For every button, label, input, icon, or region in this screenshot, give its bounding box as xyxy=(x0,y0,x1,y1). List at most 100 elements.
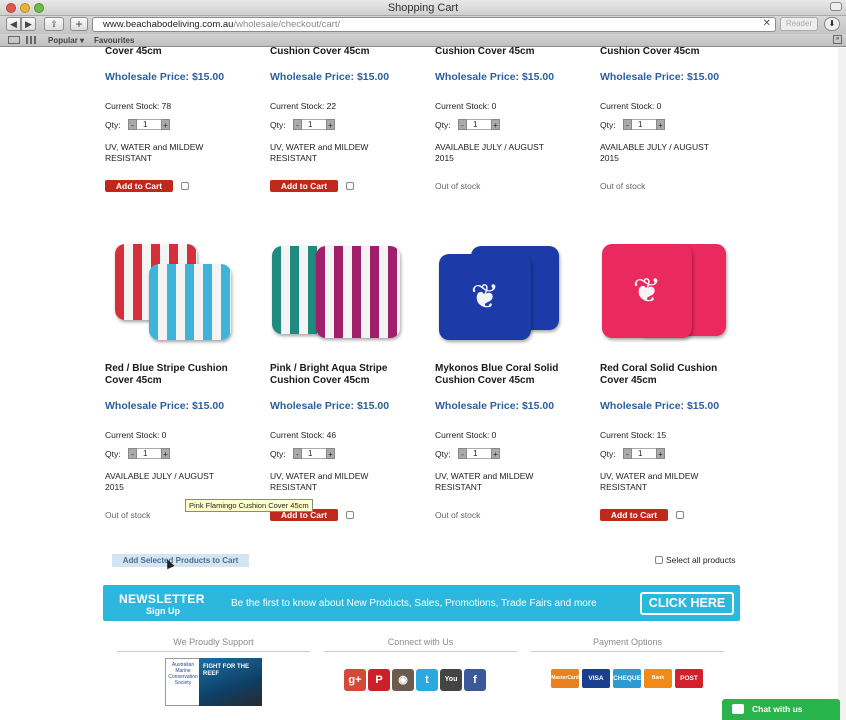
add-to-cart-button[interactable]: Add to Cart xyxy=(270,180,338,192)
product-stock: Current Stock: 78 xyxy=(105,101,172,111)
browser-toolbar: ◀ ▶ ⇪ + www.beachabodeliving.com.au/whol… xyxy=(0,16,846,34)
qty-minus-button[interactable]: - xyxy=(623,119,632,130)
forward-button[interactable]: ▶ xyxy=(21,17,36,31)
bookmark-favourites[interactable]: Favourites xyxy=(94,36,134,45)
qty-minus-button[interactable]: - xyxy=(128,119,137,130)
newsletter-text: Be the first to know about New Products,… xyxy=(231,598,597,609)
qty-plus-button[interactable]: + xyxy=(656,119,665,130)
quantity-stepper: - 1 + xyxy=(458,119,500,130)
qty-input[interactable]: 1 xyxy=(467,448,491,459)
share-button[interactable]: ⇪ xyxy=(44,17,64,31)
clear-url-icon[interactable]: ✕ xyxy=(763,18,771,29)
qty-label: Qty: xyxy=(600,120,616,130)
product-name[interactable]: Mykonos Blue Coral Solid Cushion Cover 4… xyxy=(435,363,565,387)
top-sites-grid-icon[interactable] xyxy=(26,36,37,44)
qty-plus-button[interactable]: + xyxy=(161,119,170,130)
divider xyxy=(531,651,724,652)
quantity-stepper: - 1 + xyxy=(128,448,170,459)
qty-input[interactable]: 1 xyxy=(632,119,656,130)
qty-plus-button[interactable]: + xyxy=(656,448,665,459)
out-of-stock-label: Out of stock xyxy=(105,510,151,520)
product-name[interactable]: Red / Blue Stripe Cushion Cover 45cm xyxy=(105,363,235,387)
product-note: UV, WATER and MILDEW RESISTANT xyxy=(270,471,369,492)
select-product-checkbox[interactable] xyxy=(346,182,354,190)
auspost-icon: POST xyxy=(675,669,703,688)
qty-input[interactable]: 1 xyxy=(137,448,161,459)
product-name[interactable]: Cushion Cover 45cm xyxy=(600,46,750,58)
qty-minus-button[interactable]: - xyxy=(128,448,137,459)
add-to-cart-button[interactable]: Add to Cart xyxy=(105,180,173,192)
back-button[interactable]: ◀ xyxy=(6,17,21,31)
qty-minus-button[interactable]: - xyxy=(458,448,467,459)
select-product-checkbox[interactable] xyxy=(181,182,189,190)
product-tooltip: Pink Flamingo Cushion Cover 45cm xyxy=(185,499,313,512)
product-image-pink-aqua-stripe[interactable] xyxy=(270,238,405,343)
select-all-label[interactable]: Select all products xyxy=(666,555,735,565)
qty-plus-button[interactable]: + xyxy=(161,448,170,459)
fullscreen-icon[interactable] xyxy=(830,2,842,11)
qty-input[interactable]: 1 xyxy=(137,119,161,130)
new-tab-button[interactable]: + xyxy=(70,17,88,31)
page-scrollbar[interactable] xyxy=(838,48,846,720)
marine-conservation-logo[interactable]: Australian Marine Conservation Society xyxy=(165,658,201,706)
facebook-icon[interactable]: f xyxy=(464,669,486,691)
address-bar[interactable]: www.beachabodeliving.com.au/wholesale/ch… xyxy=(92,17,776,32)
product-name[interactable]: Red Coral Solid Cushion Cover 45cm xyxy=(600,363,730,387)
product-image-red-blue-stripe[interactable] xyxy=(105,238,235,343)
product-name[interactable]: Cover 45cm xyxy=(105,46,255,58)
qty-minus-button[interactable]: - xyxy=(293,448,302,459)
select-product-checkbox[interactable] xyxy=(346,511,354,519)
downloads-icon[interactable]: ⬇ xyxy=(824,17,840,31)
qty-plus-button[interactable]: + xyxy=(491,448,500,459)
qty-minus-button[interactable]: - xyxy=(623,448,632,459)
qty-minus-button[interactable]: - xyxy=(458,119,467,130)
bookmarks-book-icon[interactable] xyxy=(8,36,20,44)
reader-button[interactable]: Reader xyxy=(780,17,818,31)
newsletter-banner[interactable]: NEWSLETTER Sign Up Be the first to know … xyxy=(103,585,740,621)
qty-plus-button[interactable]: + xyxy=(491,119,500,130)
quantity-stepper: - 1 + xyxy=(293,119,335,130)
qty-plus-button[interactable]: + xyxy=(326,119,335,130)
qty-input[interactable]: 1 xyxy=(632,448,656,459)
quantity-stepper: - 1 + xyxy=(623,448,665,459)
add-selected-to-cart-button[interactable]: Add Selected Products to Cart xyxy=(112,554,249,567)
pillow-magenta-white xyxy=(316,246,400,338)
add-to-cart-button[interactable]: Add to Cart xyxy=(600,509,668,521)
product-name[interactable]: Cushion Cover 45cm xyxy=(270,46,420,58)
product-image-red-coral[interactable]: ❦ xyxy=(600,238,735,343)
qty-input[interactable]: 1 xyxy=(302,448,326,459)
qty-minus-button[interactable]: - xyxy=(293,119,302,130)
product-price: Wholesale Price: $15.00 xyxy=(600,71,720,83)
more-bookmarks-icon[interactable]: » xyxy=(833,35,842,44)
payment-title: Payment Options xyxy=(592,637,663,647)
product-image-mykonos-blue-coral[interactable]: ❦ xyxy=(435,238,570,343)
fight-for-the-reef-logo[interactable]: FIGHT FOR THE REEF xyxy=(199,658,262,706)
qty-label: Qty: xyxy=(435,449,451,459)
qty-label: Qty: xyxy=(600,449,616,459)
instagram-icon[interactable]: ◉ xyxy=(392,669,414,691)
pinterest-icon[interactable]: P xyxy=(368,669,390,691)
select-product-checkbox[interactable] xyxy=(676,511,684,519)
pillow-aqua-white xyxy=(149,264,231,340)
quantity-stepper: - 1 + xyxy=(458,448,500,459)
support-title: We Proudly Support xyxy=(173,637,254,647)
twitter-icon[interactable]: t xyxy=(416,669,438,691)
quantity-stepper: - 1 + xyxy=(623,119,665,130)
product-price: Wholesale Price: $15.00 xyxy=(270,71,390,83)
newsletter-click-here-button[interactable]: CLICK HERE xyxy=(640,592,734,615)
quantity-stepper: - 1 + xyxy=(128,119,170,130)
product-price: Wholesale Price: $15.00 xyxy=(600,400,720,412)
qty-input[interactable]: 1 xyxy=(302,119,326,130)
qty-input[interactable]: 1 xyxy=(467,119,491,130)
qty-plus-button[interactable]: + xyxy=(326,448,335,459)
product-name[interactable]: Cushion Cover 45cm xyxy=(435,46,585,58)
product-stock: Current Stock: 46 xyxy=(270,430,337,440)
product-note: UV, WATER and MILDEW RESISTANT xyxy=(600,471,699,492)
bookmark-popular[interactable]: Popular ▾ xyxy=(48,36,84,45)
chat-with-us-button[interactable]: Chat with us xyxy=(722,699,840,720)
youtube-icon[interactable]: You xyxy=(440,669,462,691)
product-note: UV, WATER and MILDEW RESISTANT xyxy=(270,142,369,163)
product-name[interactable]: Pink / Bright Aqua Stripe Cushion Cover … xyxy=(270,363,400,387)
select-all-checkbox[interactable] xyxy=(655,556,663,564)
google-plus-icon[interactable]: g+ xyxy=(344,669,366,691)
